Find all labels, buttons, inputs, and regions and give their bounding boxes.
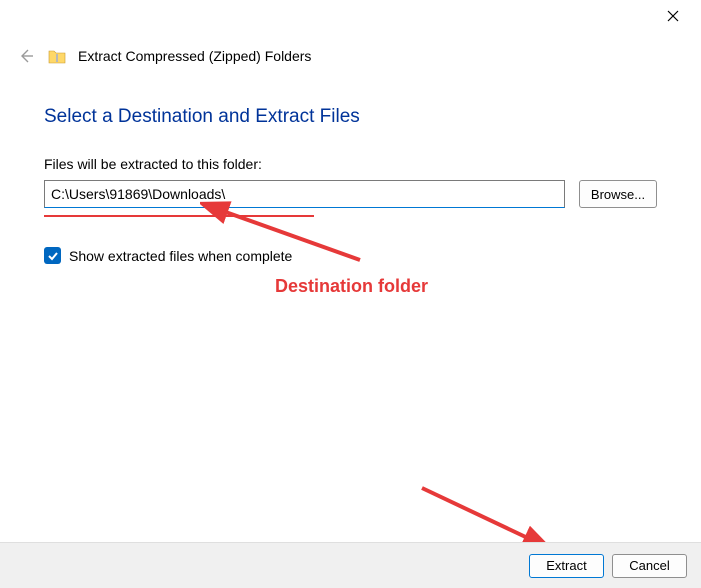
extract-button[interactable]: Extract xyxy=(529,554,604,578)
back-arrow-icon[interactable] xyxy=(16,46,36,66)
annotation-text: Destination folder xyxy=(275,276,428,297)
dialog-footer: Extract Cancel xyxy=(0,542,701,588)
annotation-underline xyxy=(44,215,314,217)
zip-folder-icon xyxy=(48,47,66,65)
checkbox-icon xyxy=(44,247,61,264)
cancel-button[interactable]: Cancel xyxy=(612,554,687,578)
close-button[interactable] xyxy=(659,5,687,30)
browse-button[interactable]: Browse... xyxy=(579,180,657,208)
wizard-header: Extract Compressed (Zipped) Folders xyxy=(0,34,701,76)
destination-path-input[interactable] xyxy=(44,180,565,208)
window-title: Extract Compressed (Zipped) Folders xyxy=(78,48,311,64)
destination-label: Files will be extracted to this folder: xyxy=(44,156,657,172)
show-files-checkbox-row[interactable]: Show extracted files when complete xyxy=(44,247,657,264)
checkbox-label: Show extracted files when complete xyxy=(69,248,292,264)
page-heading: Select a Destination and Extract Files xyxy=(44,106,657,128)
